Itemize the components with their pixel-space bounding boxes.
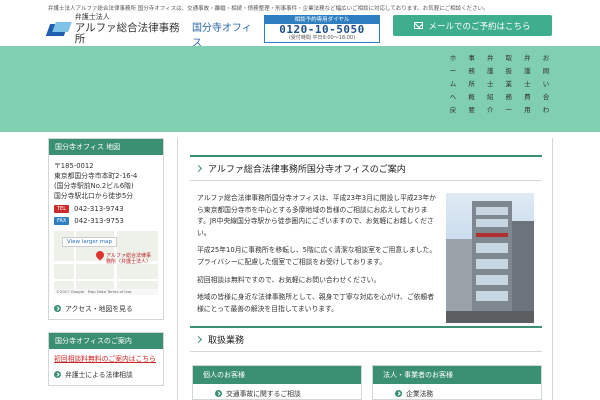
map-road [54,279,158,281]
office-address: 〒185-0012 東京都国分寺市本町2-16-4 (国分寺駅前No.2ビル6階… [49,155,163,203]
header-tagline: 弁護士法人アルファ総合法律事務所 国分寺オフィスは、交通事故・離婚・相続・債務整… [48,6,489,12]
fax-number: 042-313-9753 [74,217,124,225]
office-map-heading: 国分寺オフィス 地図 [49,139,163,155]
map-footer: ©2017 Google · Map Data Terms of Use [54,289,158,295]
phone-number: 0120-10-5050 [279,23,365,36]
map-marker-label: アルファ総合法律事務所（弁護士法人） [106,253,152,265]
sidebar: 国分寺オフィス 地図 〒185-0012 東京都国分寺市本町2-16-4 (国分… [48,138,164,386]
tel-number: 042-313-9743 [74,205,124,213]
address-line: 国分寺駅北口から徒歩5分 [54,192,134,200]
section-title-office: アルファ総合法律事務所国分寺オフィスのご案内 [190,155,542,181]
logo-office-name: 国分寺オフィス [191,23,252,49]
main-content: アルファ総合法律事務所国分寺オフィスのご案内 アルファ総合法律事務所国分寺オフィ… [177,138,553,400]
paragraph: アルファ総合法律事務所国分寺オフィスは、平成23年3月に開設し平成23年から東京… [197,194,436,237]
section-title-text: アルファ総合法律事務所国分寺オフィスのご案内 [208,165,406,175]
service-link-label: 企業法務 [406,390,434,398]
mail-button-label: メールでのご予約はこちら [428,21,531,32]
view-larger-map-button[interactable]: View larger map [62,237,117,247]
tel-tag: TEL [54,205,69,213]
legal-consultation-link[interactable]: 弁護士による法律相談 [49,365,163,385]
section-title-text: 取扱業務 [208,336,245,346]
service-card-corporate: 法人・事業者のお客様 企業法務 [372,365,542,400]
paragraph: 地域の皆様に身近な法律事務所として、親身で丁寧な対応を心がけ、ご依頼者様にとって… [197,293,435,313]
chevron-right-icon [194,335,203,344]
service-link[interactable]: 企業法務 [373,384,541,398]
address-line: (国分寺駅前No.2ビル6階) [54,182,134,190]
access-link[interactable]: アクセス・地図を見る [49,299,163,319]
logo-title: アルファ総合法律事務所 [74,22,180,45]
nav-item[interactable]: 弁護士費用 [518,52,536,126]
arrow-circle-icon [54,304,61,312]
logo-subtitle: 弁護士法人 [74,13,110,21]
office-info-heading: 国分寺オフィスのご案内 [49,333,163,349]
arrow-circle-icon [54,370,61,378]
service-link[interactable]: 交通事故に関するご相談 [193,384,361,398]
hero-band: ホームへ戻事務所概要弁護士紹介取扱業務一弁護士費用お問い合わ [0,46,600,132]
office-building-photo [446,193,534,323]
phone-hours: (受付時間 平日9:00〜18:00) [288,35,356,41]
nav-item[interactable]: 弁護士紹介 [481,52,499,126]
phone-box[interactable]: 相談予約専用ダイヤル 0120-10-5050 (受付時間 平日9:00〜18:… [264,15,380,43]
office-description: アルファ総合法律事務所国分寺オフィスは、平成23年3月に開設し平成23年から東京… [197,193,437,321]
arrow-circle-icon [395,389,402,397]
paragraph: 平成25年10月に事務所を移転し、5階に広く清潔な相談室をご用意しました。プライ… [197,246,437,266]
service-card-heading: 法人・事業者のお客様 [373,366,541,384]
map-pin-icon [94,249,106,261]
legal-consultation-label: 弁護士による法律相談 [65,371,133,379]
chevron-right-icon [194,164,203,173]
access-link-label: アクセス・地図を見る [65,305,133,313]
arrow-circle-icon [215,389,222,397]
site-logo[interactable]: 弁護士法人 アルファ総合法律事務所 国分寺オフィス [45,14,258,49]
nav-item[interactable]: お問い合わ [537,52,555,126]
service-link-label: 交通事故に関するご相談 [226,390,301,398]
nav-item[interactable]: 事務所概要 [463,52,481,126]
office-map-box: 国分寺オフィス 地図 〒185-0012 東京都国分寺市本町2-16-4 (国分… [48,138,164,320]
fax-tag: FAX [54,217,70,225]
site-header: 弁護士法人 アルファ総合法律事務所 国分寺オフィス 相談予約専用ダイヤル 012… [0,14,600,49]
fax-row: FAX 042-313-9753 [49,215,163,227]
address-line: 〒185-0012 [54,162,94,170]
mail-reservation-button[interactable]: メールでのご予約はこちら [393,15,552,36]
service-card-heading: 個人のお客様 [193,366,361,384]
global-nav: ホームへ戻事務所概要弁護士紹介取扱業務一弁護士費用お問い合わ [444,52,594,126]
logo-text: 弁護士法人 アルファ総合法律事務所 [75,14,184,44]
tel-row[interactable]: TEL 042-313-9743 [49,203,163,215]
office-info-box: 国分寺オフィスのご案内 初回相談料無料のご案内はこちら 弁護士による法律相談 [48,332,164,386]
address-line: 東京都国分寺市本町2-16-4 [54,172,138,180]
paragraph: 初回相談は無料ですので、お気軽にお問い合わせください。 [197,275,381,284]
google-map[interactable]: View larger map アルファ総合法律事務所（弁護士法人） ©2017… [54,231,158,295]
logo-icon [45,20,72,38]
service-card-individual: 個人のお客様 交通事故に関するご相談 [192,365,362,400]
envelope-icon [414,22,424,29]
nav-item[interactable]: 取扱業務一 [500,52,518,126]
nav-item[interactable]: ホームへ戻 [444,52,462,126]
section-title-services: 取扱業務 [190,326,542,352]
free-consultation-link[interactable]: 初回相談料無料のご案内はこちら [49,349,163,365]
